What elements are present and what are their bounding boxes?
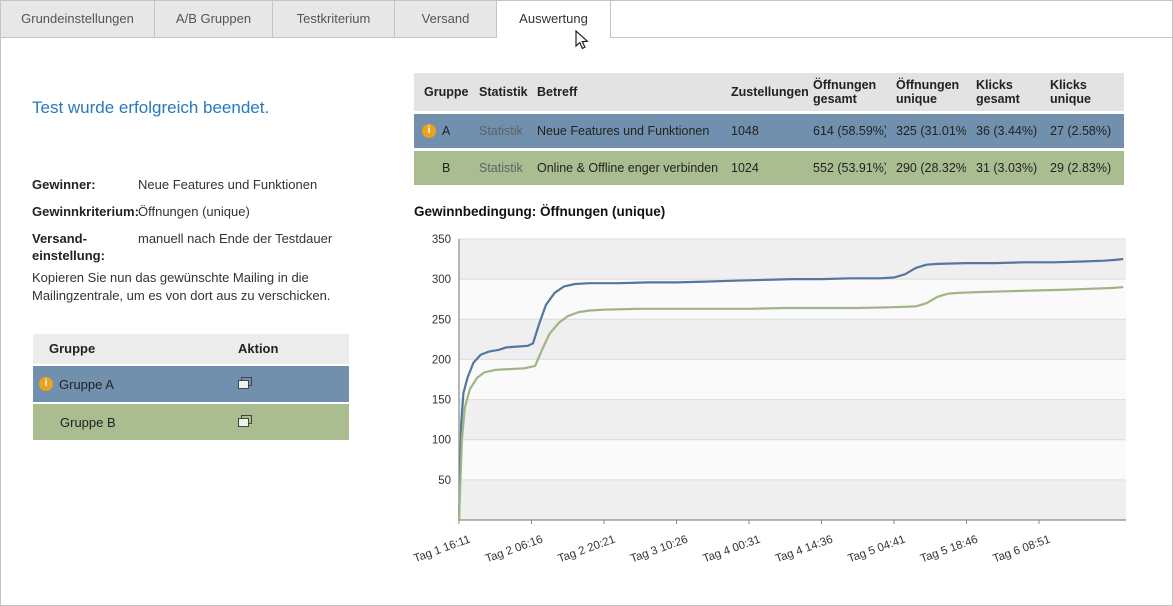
oeffnungen-unique-b: 290 (28.32%) (886, 161, 966, 175)
winner-icon: i (39, 377, 53, 391)
winner-icon: i (422, 124, 436, 138)
copy-mailing-button[interactable] (238, 377, 252, 393)
svg-text:Tag 1 16:11: Tag 1 16:11 (412, 534, 472, 566)
group-row-a[interactable]: i Gruppe A (33, 366, 349, 404)
group-column-header: Gruppe (49, 341, 95, 356)
win-condition-chart: 50 100 150 200 250 300 350 Tag 1 16:11 Tag 2 06:… (409, 229, 1139, 599)
header-klicks-gesamt: Klicks gesamt (966, 73, 1040, 111)
oeffnungen-gesamt-b: 552 (53.91%) (803, 161, 886, 175)
results-table-header: Gruppe Statistik Betreff Zustellungen Öf… (414, 73, 1124, 111)
tab-testkriterium[interactable]: Testkriterium (273, 1, 395, 37)
copy-mailing-button[interactable] (238, 415, 252, 431)
instruction-text: Kopieren Sie nun das gewünschte Mailing … (32, 269, 354, 305)
chart-title: Gewinnbedingung: Öffnungen (unique) (414, 204, 665, 219)
klicks-gesamt-a: 36 (3.44%) (966, 124, 1040, 138)
svg-text:Tag 5 18:46: Tag 5 18:46 (919, 534, 980, 566)
header-oeffnungen-unique: Öffnungen unique (886, 73, 966, 111)
svg-text:Tag 4 14:36: Tag 4 14:36 (774, 534, 835, 566)
group-a-cell: i A (414, 124, 469, 138)
svg-text:Tag 3 10:26: Tag 3 10:26 (629, 534, 690, 566)
field-value-gewinner: Neue Features und Funktionen (138, 176, 362, 193)
group-table-header: Gruppe Aktion (33, 334, 349, 366)
header-zustellungen: Zustellungen (721, 80, 803, 104)
svg-text:150: 150 (432, 395, 451, 407)
ab-test-window: Grundeinstellungen A/B Gruppen Testkrite… (0, 0, 1173, 606)
status-heading: Test wurde erfolgreich beendet. (32, 98, 269, 118)
results-table: Gruppe Statistik Betreff Zustellungen Öf… (414, 73, 1124, 185)
field-label-gewinner: Gewinner: (32, 176, 138, 193)
header-statistik: Statistik (469, 80, 527, 104)
klicks-unique-b: 29 (2.83%) (1040, 161, 1124, 175)
statistik-link-a[interactable]: Statistik (469, 124, 527, 138)
field-label-versandeinstellung: Versand- einstellung: (32, 230, 138, 264)
betreff-b: Online & Offline enger verbinden (527, 161, 721, 175)
tab-grundeinstellungen[interactable]: Grundeinstellungen (1, 1, 155, 37)
header-klicks-unique: Klicks unique (1040, 73, 1124, 111)
group-b-cell: B (414, 161, 469, 175)
results-row-b: B Statistik Online & Offline enger verbi… (414, 151, 1124, 185)
svg-text:200: 200 (432, 354, 451, 366)
svg-text:50: 50 (438, 475, 451, 487)
group-b-label: Gruppe B (60, 415, 116, 430)
svg-text:350: 350 (432, 234, 451, 246)
zustellungen-b: 1024 (721, 161, 803, 175)
tab-ab-gruppen[interactable]: A/B Gruppen (155, 1, 273, 37)
tab-versand[interactable]: Versand (395, 1, 497, 37)
group-b-letter: B (442, 161, 450, 175)
header-betreff: Betreff (527, 80, 721, 104)
group-table: Gruppe Aktion i Gruppe A Gruppe B (33, 334, 349, 442)
statistik-link-b[interactable]: Statistik (469, 161, 527, 175)
svg-text:300: 300 (432, 274, 451, 286)
svg-text:Tag 4 00:31: Tag 4 00:31 (701, 534, 762, 566)
oeffnungen-unique-a: 325 (31.01%) (886, 124, 966, 138)
betreff-a: Neue Features und Funktionen (527, 124, 721, 138)
summary-fields: Gewinner: Neue Features und Funktionen G… (32, 176, 362, 264)
tab-auswertung[interactable]: Auswertung (497, 1, 611, 38)
aktion-column-header: Aktion (238, 341, 278, 356)
group-row-b[interactable]: Gruppe B (33, 404, 349, 442)
klicks-unique-a: 27 (2.58%) (1040, 124, 1124, 138)
oeffnungen-gesamt-a: 614 (58.59%) (803, 124, 886, 138)
svg-text:Tag 2 20:21: Tag 2 20:21 (556, 534, 617, 566)
zustellungen-a: 1048 (721, 124, 803, 138)
group-a-label: Gruppe A (59, 377, 114, 392)
svg-text:250: 250 (432, 314, 451, 326)
results-row-a: i A Statistik Neue Features und Funktion… (414, 114, 1124, 148)
svg-text:Tag 5 04:41: Tag 5 04:41 (846, 534, 907, 566)
header-gruppe: Gruppe (414, 80, 469, 104)
group-a-letter: A (442, 124, 450, 138)
field-value-gewinnkriterium: Öffnungen (unique) (138, 203, 362, 220)
svg-text:Tag 6 08:51: Tag 6 08:51 (991, 534, 1052, 566)
svg-text:Tag 2 06:16: Tag 2 06:16 (484, 534, 545, 566)
cursor-icon (574, 30, 589, 56)
field-label-gewinnkriterium: Gewinnkriterium: (32, 203, 138, 220)
svg-text:100: 100 (432, 435, 451, 447)
field-value-versandeinstellung: manuell nach Ende der Testdauer (138, 230, 362, 264)
header-oeffnungen-gesamt: Öffnungen gesamt (803, 73, 886, 111)
klicks-gesamt-b: 31 (3.03%) (966, 161, 1040, 175)
